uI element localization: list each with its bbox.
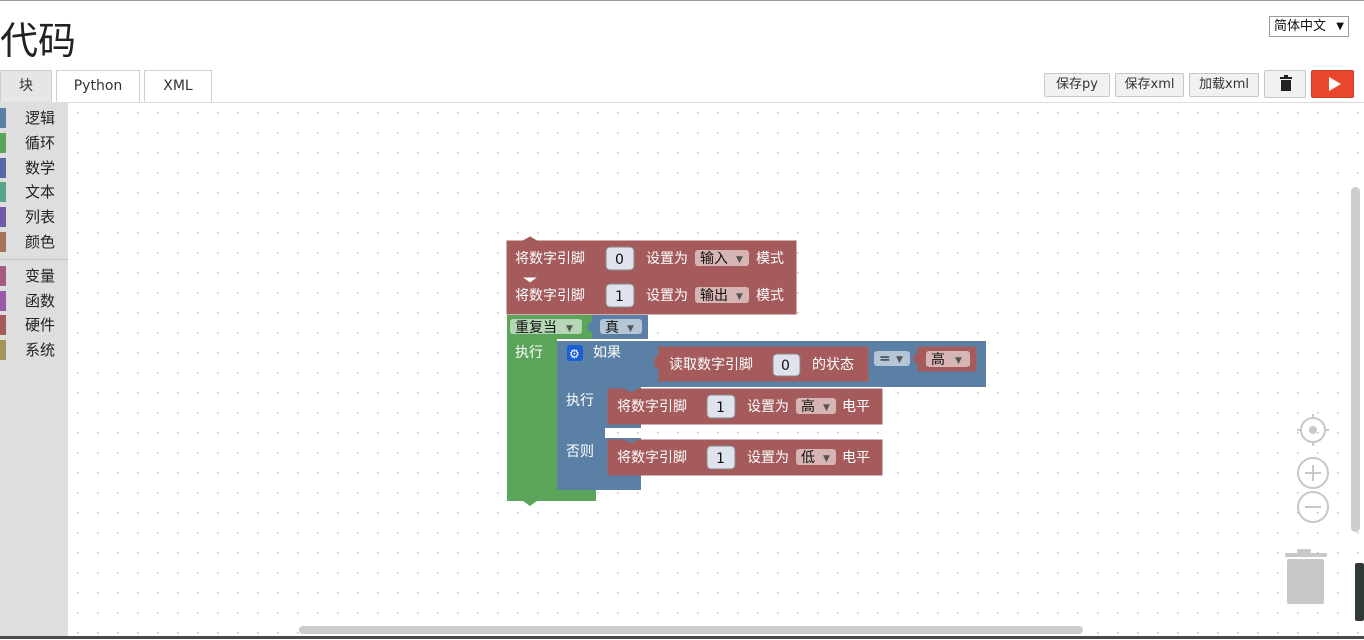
category-logic[interactable]: 逻辑 [0,106,68,130]
level-value: 高 [801,398,815,415]
level-value: 高 [931,351,945,368]
chevron-down-icon: ▼ [896,355,903,365]
read-pin-block[interactable]: 读取数字引脚 0 的状态 [654,346,869,382]
category-label: 列表 [25,208,56,226]
if-label: 如果 [593,345,621,361]
chevron-down-icon: ▼ [736,292,743,302]
category-label: 变量 [25,267,56,285]
while-label: 重复当 [515,319,557,336]
pin-mode-block-2[interactable]: 将数字引脚 1 设置为 输出 ▼ 模式 [506,277,797,315]
top-border [0,0,1364,1]
category-system[interactable]: 系统 [0,338,68,362]
play-icon [1329,77,1341,91]
pin-mode-suffix: 模式 [756,288,784,304]
horizontal-scrollbar[interactable] [299,626,1083,634]
boolean-true-block[interactable]: 真 ▼ [588,315,648,339]
pin-mode-set-label: 设置为 [646,251,688,267]
while-do-label: 执行 [515,345,543,361]
run-button[interactable] [1311,70,1354,98]
read-pin-suffix: 的状态 [812,357,854,373]
category-label: 逻辑 [25,109,56,127]
delete-button[interactable] [1264,70,1306,98]
category-functions[interactable]: 函数 [0,289,68,313]
digital-write-label: 将数字引脚 [617,399,687,415]
pin-mode-label: 将数字引脚 [515,288,585,304]
save-py-button[interactable]: 保存py [1044,73,1110,97]
digital-write-low-block[interactable]: 将数字引脚 1 设置为 低 ▼ 电平 [607,439,883,476]
category-color-bar [0,207,6,227]
category-math[interactable]: 数学 [0,156,68,180]
category-label: 文本 [25,183,56,201]
chevron-down-icon: ▼ [1336,21,1344,32]
category-text[interactable]: 文本 [0,180,68,204]
pin-mode-set-label: 设置为 [646,288,688,304]
digital-write-set-label: 设置为 [747,399,789,415]
block-workspace[interactable]: 重复当 ▼ 执行 真 ▼ ⚙ 如果 执行 否则 = ▼ 读取数字引脚 0 的状态… [68,102,1364,640]
tab-python[interactable]: Python [56,70,140,102]
language-select[interactable]: 简体中文 ▼ [1269,16,1349,37]
pin-mode-label: 将数字引脚 [515,251,585,267]
category-color-bar [0,182,6,202]
toolbox-separator [0,259,68,260]
trash-icon [1280,75,1292,91]
pin-number: 1 [716,451,725,467]
workspace-canvas[interactable]: 重复当 ▼ 执行 真 ▼ ⚙ 如果 执行 否则 = ▼ 读取数字引脚 0 的状态… [68,103,1364,640]
category-color-bar [0,108,6,128]
category-color-bar [0,340,6,360]
level-value: 低 [801,450,815,466]
page-title: 代码 [0,19,77,63]
category-label: 硬件 [25,316,56,334]
pin-number: 1 [716,400,725,416]
chevron-down-icon: ▼ [627,324,634,334]
side-indicator [1355,563,1364,621]
chevron-down-icon: ▼ [566,324,573,334]
read-pin-label: 读取数字引脚 [669,356,753,373]
chevron-down-icon: ▼ [955,356,962,366]
category-label: 函数 [25,292,56,310]
pin-mode-value: 输入 [700,251,728,267]
category-lists[interactable]: 列表 [0,205,68,229]
category-color-bar [0,315,6,335]
pin-mode-block-1[interactable]: 将数字引脚 0 设置为 输入 ▼ 模式 [506,236,797,278]
digital-write-suffix: 电平 [842,399,870,415]
read-pin-number: 0 [781,358,790,374]
category-color-bar [0,133,6,153]
category-color-bar [0,266,6,286]
category-color-bar [0,291,6,311]
vertical-scrollbar[interactable] [1351,187,1360,532]
toolbox: 逻辑 循环 数学 文本 列表 颜色 变量 函数 硬件 系统 [0,102,68,639]
category-hardware[interactable]: 硬件 [0,313,68,337]
digital-write-label: 将数字引脚 [617,450,687,466]
language-select-value: 简体中文 [1274,19,1327,34]
pin-number: 0 [615,252,624,268]
digital-write-set-label: 设置为 [747,450,789,466]
category-label: 循环 [25,134,56,152]
category-colour[interactable]: 颜色 [0,230,68,254]
pin-mode-value: 输出 [700,288,728,304]
category-color-bar [0,158,6,178]
chevron-down-icon: ▼ [736,255,743,265]
digital-write-suffix: 电平 [842,450,870,466]
tab-xml[interactable]: XML [144,70,212,102]
load-xml-button[interactable]: 加载xml [1189,73,1259,97]
gear-icon-glyph: ⚙ [569,347,580,361]
category-variables[interactable]: 变量 [0,264,68,288]
save-xml-button[interactable]: 保存xml [1115,73,1184,97]
boolean-value: 真 [605,320,619,336]
pin-number: 1 [615,289,624,305]
chevron-down-icon: ▼ [823,454,830,464]
category-label: 数学 [25,159,56,177]
category-loops[interactable]: 循环 [0,131,68,155]
level-value-block[interactable]: 高 ▼ [913,346,977,372]
operator-value: = [879,351,891,367]
category-color-bar [0,232,6,252]
tab-blocks[interactable]: 块 [0,70,52,102]
chevron-down-icon: ▼ [823,403,830,413]
pin-mode-suffix: 模式 [756,251,784,267]
else-label: 否则 [566,444,594,460]
if-do-label: 执行 [566,393,594,409]
category-label: 颜色 [25,233,56,251]
category-label: 系统 [25,341,56,359]
digital-write-high-block[interactable]: 将数字引脚 1 设置为 高 ▼ 电平 [607,388,883,425]
